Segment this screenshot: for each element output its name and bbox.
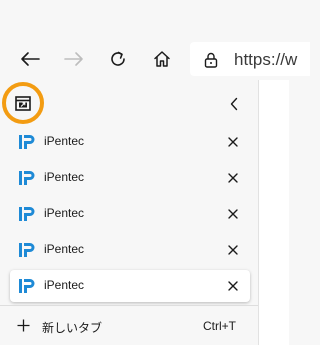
tab-title: iPentec xyxy=(44,242,85,256)
tab-title: iPentec xyxy=(44,278,85,292)
new-tab-button[interactable]: 新しいタブ Ctrl+T xyxy=(0,310,258,340)
tab-close-button[interactable] xyxy=(226,207,240,221)
tab-item[interactable]: iPentec xyxy=(10,198,250,230)
vertical-tabs-panel: iPentec iPentec iPentec iPentec iPentec … xyxy=(0,80,258,345)
lock-icon xyxy=(204,52,218,68)
tab-title: iPentec xyxy=(44,170,85,184)
divider xyxy=(0,305,258,306)
tab-close-button[interactable] xyxy=(226,279,240,293)
home-icon xyxy=(154,51,170,67)
close-icon xyxy=(228,281,238,291)
forward-button[interactable] xyxy=(59,44,89,74)
ipentec-logo-icon xyxy=(19,243,35,257)
plus-icon xyxy=(17,319,30,332)
close-icon xyxy=(228,245,238,255)
page-content-area xyxy=(258,80,289,345)
home-button[interactable] xyxy=(147,44,177,74)
ipentec-logo-icon xyxy=(19,171,35,185)
collapse-panel-button[interactable] xyxy=(224,94,244,114)
tab-title: iPentec xyxy=(44,134,85,148)
ipentec-logo-icon xyxy=(19,279,35,293)
vertical-tabs-header xyxy=(0,80,258,128)
tab-title: iPentec xyxy=(44,206,85,220)
back-arrow-icon xyxy=(21,52,40,66)
tab-item-active[interactable]: iPentec xyxy=(10,270,250,302)
close-icon xyxy=(228,137,238,147)
address-url: https://w xyxy=(234,50,298,69)
address-bar[interactable]: https://w xyxy=(190,42,310,76)
new-tab-shortcut: Ctrl+T xyxy=(203,319,236,333)
refresh-icon xyxy=(111,51,125,66)
close-icon xyxy=(228,209,238,219)
new-tab-label: 新しいタブ xyxy=(42,321,103,335)
tab-close-button[interactable] xyxy=(226,135,240,149)
refresh-button[interactable] xyxy=(103,44,133,74)
tab-layout-icon[interactable] xyxy=(15,96,31,111)
tab-close-button[interactable] xyxy=(226,171,240,185)
tab-item[interactable]: iPentec xyxy=(10,234,250,266)
ipentec-logo-icon xyxy=(19,207,35,221)
close-icon xyxy=(228,173,238,183)
forward-arrow-icon xyxy=(64,52,83,66)
back-button[interactable] xyxy=(15,44,45,74)
tab-item[interactable]: iPentec xyxy=(10,162,250,194)
ipentec-logo-icon xyxy=(19,135,35,149)
browser-toolbar: https://w xyxy=(0,0,310,80)
tab-close-button[interactable] xyxy=(226,243,240,257)
chevron-left-icon xyxy=(230,97,238,111)
tab-item[interactable]: iPentec xyxy=(10,126,250,158)
